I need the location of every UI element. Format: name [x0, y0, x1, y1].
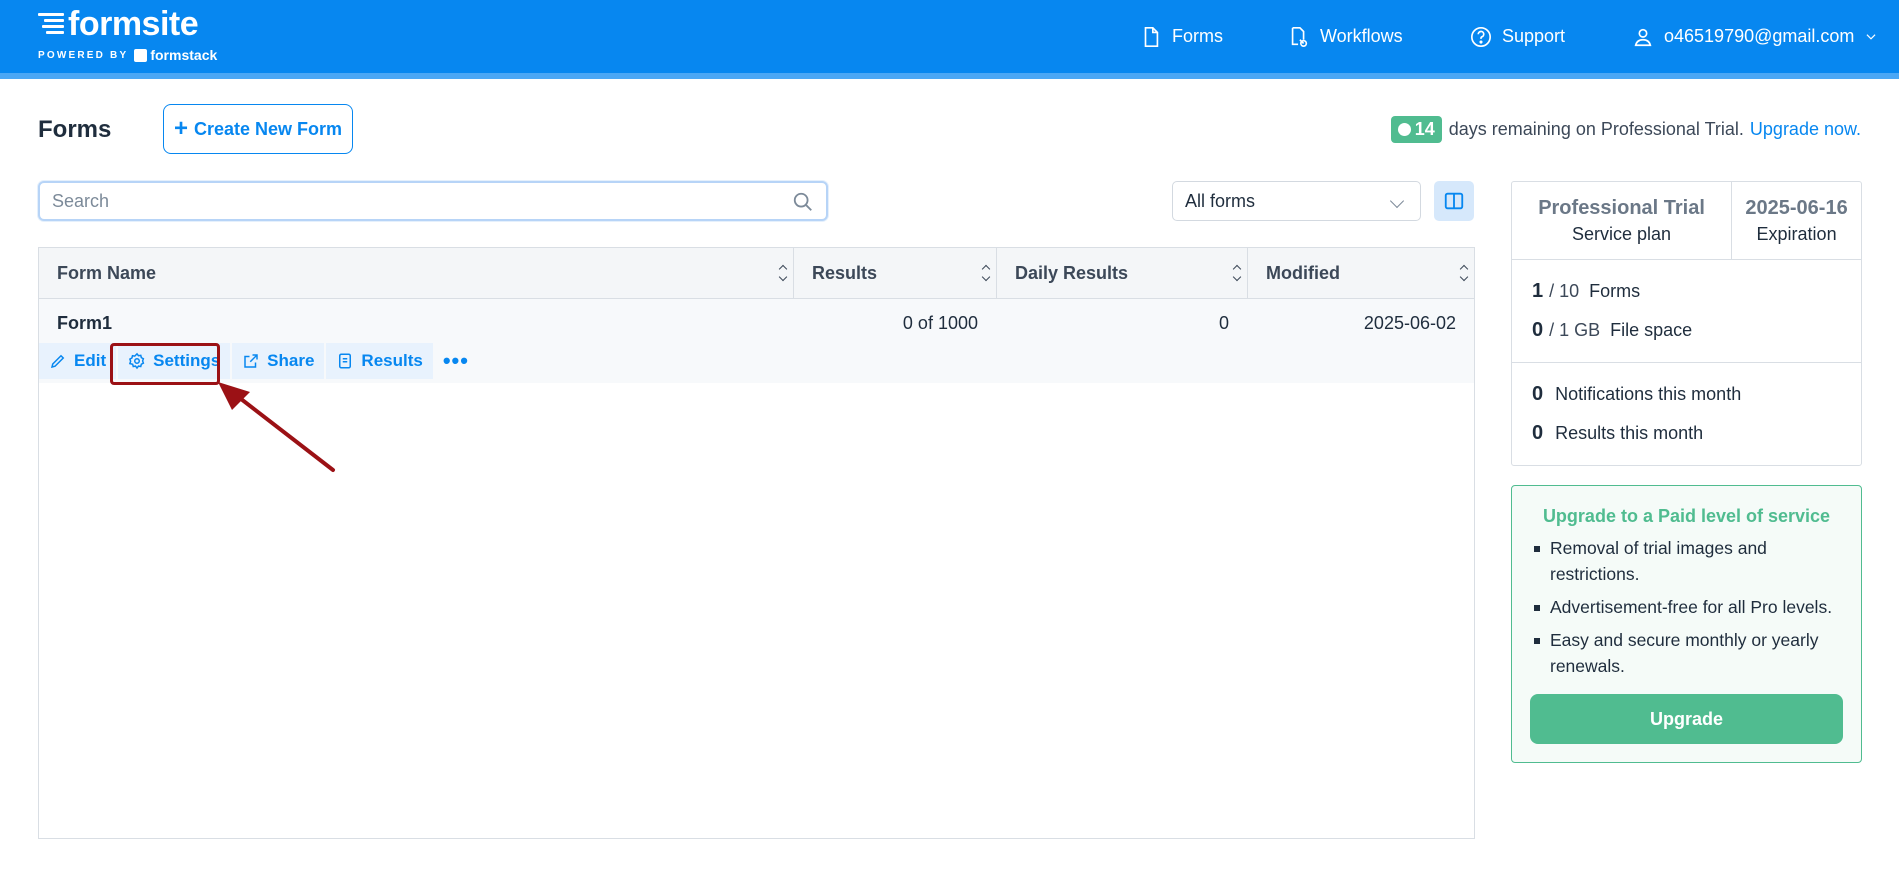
column-header-form-name[interactable]: Form Name [39, 248, 794, 298]
space-total: / 1 GB [1549, 320, 1601, 340]
results-list-icon [339, 353, 352, 369]
page-title: Forms [38, 116, 112, 143]
partner-name: formstack [150, 47, 218, 63]
more-actions-button[interactable]: ••• [435, 343, 477, 379]
plan-expiration-label: Expiration [1756, 223, 1837, 244]
pencil-icon [50, 354, 65, 369]
trial-text: days remaining on Professional Trial. [1448, 119, 1744, 139]
formsite-logo[interactable]: formsite POWERED BY formstack [38, 7, 217, 63]
trial-days-badge: 14 [1390, 116, 1442, 143]
edit-label: Edit [74, 351, 107, 370]
list-item: Advertisement-free for all Pro levels. [1530, 594, 1843, 620]
more-dots-icon: ••• [442, 348, 469, 373]
search-input[interactable] [40, 183, 740, 219]
account-email: o46519790@gmail.com [1664, 26, 1855, 46]
trial-banner: 14 days remaining on Professional Trial.… [1390, 116, 1861, 143]
notifications-label: Notifications this month [1555, 384, 1742, 404]
user-icon [1634, 28, 1652, 46]
chevron-down-icon [1866, 33, 1876, 40]
form-daily-results: 0 [1218, 313, 1229, 333]
results-count: 0 [1532, 422, 1544, 444]
list-item: Easy and secure monthly or yearly renewa… [1530, 627, 1843, 679]
nav-forms[interactable]: Forms [1140, 0, 1223, 73]
chevron-down-icon [1389, 193, 1405, 209]
plan-name: Professional Trial [1538, 196, 1705, 219]
forms-usage: 1 / 10 Forms [1532, 272, 1841, 311]
form-modified: 2025-06-02 [1363, 313, 1456, 333]
space-used: 0 [1532, 319, 1544, 341]
share-action[interactable]: Share [232, 343, 325, 379]
nav-workflows[interactable]: Workflows [1288, 0, 1403, 73]
table-header: Form Name Results Daily Results Modified [39, 248, 1474, 299]
forms-used: 1 [1532, 280, 1544, 302]
upgrade-title: Upgrade to a Paid level of service [1542, 506, 1831, 526]
layout-toggle-button[interactable] [1434, 181, 1474, 221]
settings-highlight-box [110, 343, 220, 385]
row-actions: Edit Settings Share Results ••• [39, 343, 479, 379]
forms-filter-select[interactable]: All forms [1172, 181, 1421, 221]
trial-days: 14 [1414, 119, 1435, 139]
column-header-results[interactable]: Results [794, 248, 997, 298]
nav-workflows-label: Workflows [1320, 26, 1403, 46]
nav-support-label: Support [1502, 26, 1566, 46]
forms-table: Form Name Results Daily Results Modified… [38, 247, 1475, 839]
document-icon [1144, 26, 1159, 47]
create-new-form-button[interactable]: + Create New Form [163, 104, 353, 154]
notifications-usage: 0 Notifications this month [1532, 375, 1841, 414]
file-space-usage: 0 / 1 GB File space [1532, 311, 1841, 350]
form-results: 0 of 1000 [902, 313, 978, 333]
space-usage-label: File space [1610, 320, 1693, 340]
plan-expiration-block: 2025-06-16 Expiration [1732, 182, 1861, 259]
column-header-label: Form Name [57, 262, 157, 283]
nav-support[interactable]: Support [1470, 0, 1565, 73]
account-menu[interactable]: o46519790@gmail.com [1632, 0, 1878, 73]
plan-expiration: 2025-06-16 [1745, 196, 1848, 219]
results-label: Results [361, 351, 423, 370]
results-usage: 0 Results this month [1532, 414, 1841, 453]
columns-layout-icon [1444, 192, 1464, 210]
forms-total: / 10 [1549, 281, 1580, 301]
results-action[interactable]: Results [326, 343, 433, 379]
help-circle-icon [1471, 26, 1491, 47]
sort-icon [1232, 264, 1242, 282]
logo-lines-icon [38, 11, 64, 37]
upgrade-button[interactable]: Upgrade [1530, 694, 1843, 744]
upgrade-now-link[interactable]: Upgrade now. [1750, 119, 1861, 140]
brand-name: formsite [68, 5, 199, 43]
external-link-icon [244, 354, 258, 368]
top-navbar: formsite POWERED BY formstack Forms Work… [0, 0, 1899, 73]
plan-name-block: Professional Trial Service plan [1512, 182, 1733, 259]
form-name[interactable]: Form1 [57, 313, 112, 334]
plan-summary-card: Professional Trial Service plan 2025-06-… [1511, 181, 1862, 466]
workflow-icon [1291, 26, 1308, 47]
plus-icon: + [173, 115, 188, 142]
notifications-count: 0 [1532, 383, 1544, 405]
column-header-modified[interactable]: Modified [1248, 248, 1474, 298]
upgrade-card: Upgrade to a Paid level of service Remov… [1511, 485, 1862, 763]
topbar-accent-line [0, 73, 1899, 79]
sort-icon [981, 264, 991, 282]
upgrade-benefits-list: Removal of trial images and restrictions… [1530, 535, 1843, 679]
powered-by-label: POWERED BY [38, 49, 129, 61]
search-icon[interactable] [792, 191, 814, 213]
column-header-label: Daily Results [1015, 262, 1129, 283]
nav-forms-label: Forms [1172, 26, 1223, 46]
share-label: Share [267, 351, 315, 370]
list-item: Removal of trial images and restrictions… [1530, 535, 1843, 587]
clock-icon [1397, 123, 1411, 136]
annotation-arrow-icon [218, 382, 335, 472]
search-box [38, 181, 828, 221]
plan-name-label: Service plan [1572, 223, 1672, 244]
column-header-label: Modified [1266, 262, 1340, 283]
forms-filter-value: All forms [1185, 191, 1256, 211]
forms-usage-label: Forms [1589, 281, 1641, 301]
sort-icon [1459, 264, 1469, 282]
column-header-label: Results [812, 262, 878, 283]
edit-action[interactable]: Edit [39, 343, 117, 379]
sort-icon [778, 264, 788, 282]
results-usage-label: Results this month [1555, 423, 1704, 443]
column-header-daily-results[interactable]: Daily Results [997, 248, 1248, 298]
formstack-icon [134, 48, 148, 62]
create-new-form-label: Create New Form [193, 118, 343, 139]
